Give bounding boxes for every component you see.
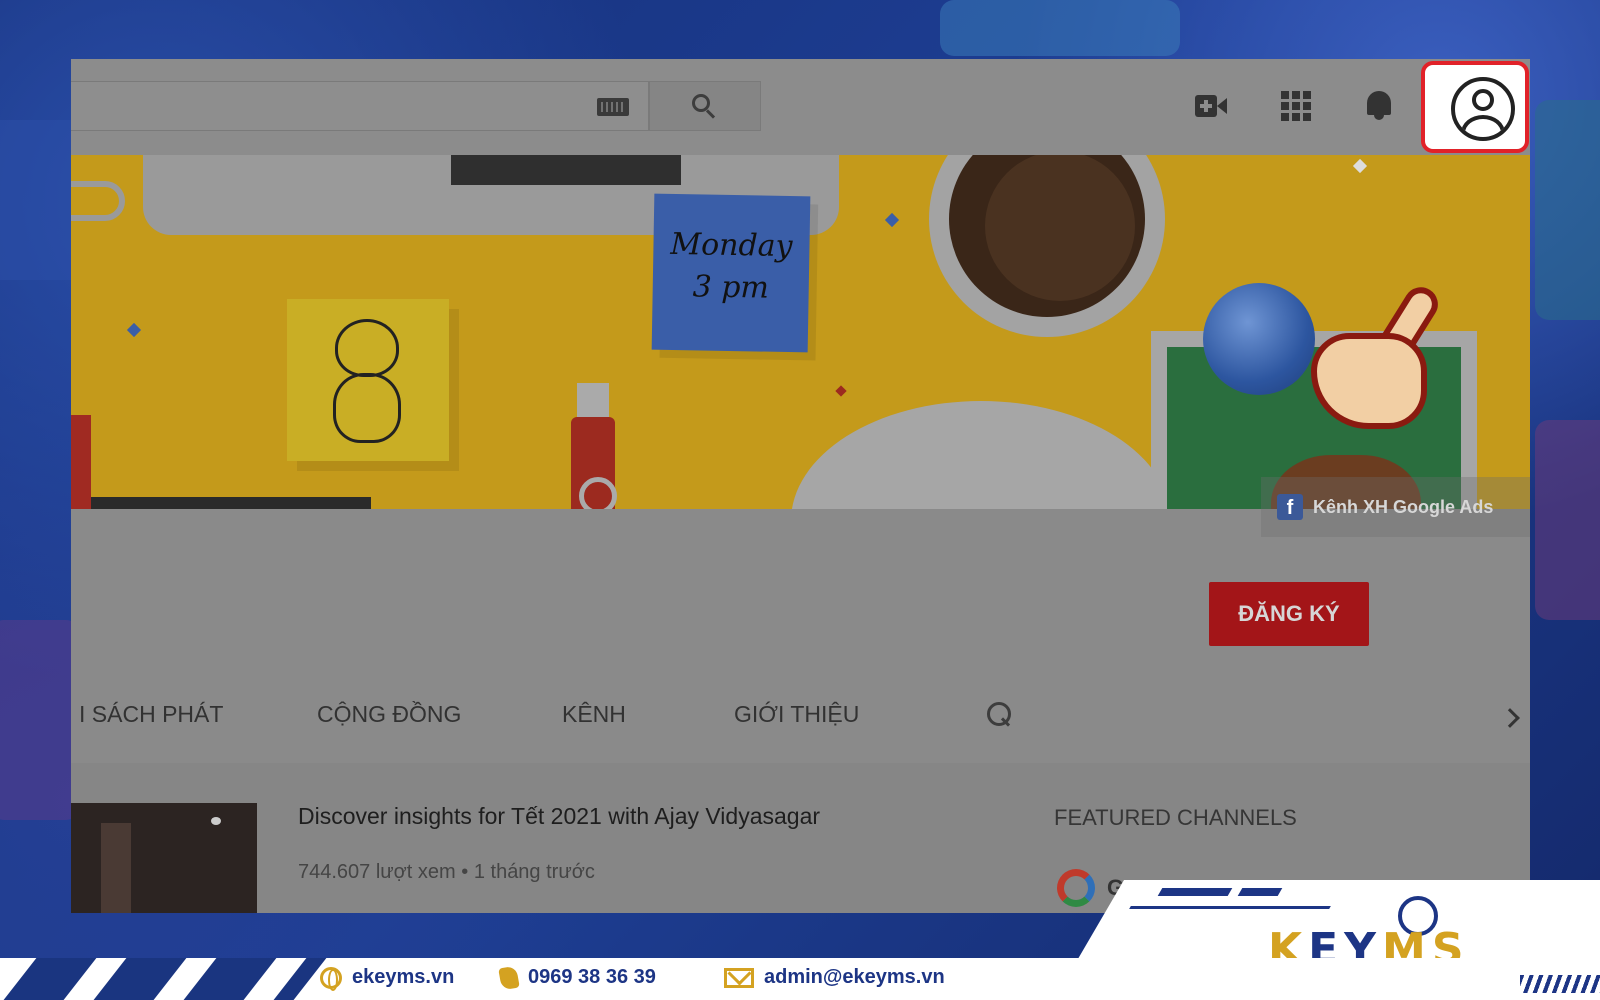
confetti-dot	[835, 385, 847, 397]
contact-phone[interactable]: 0969 38 36 39	[498, 965, 656, 990]
sticky-note-blue: Monday 3 pm	[651, 193, 811, 353]
plate-illustration	[791, 401, 1171, 509]
tab-community[interactable]: CỘNG ĐỒNG	[317, 701, 461, 728]
google-logo-icon[interactable]	[1057, 869, 1095, 907]
note-line-2: 3 pm	[692, 269, 770, 306]
featured-channels-heading: FEATURED CHANNELS	[1054, 805, 1297, 830]
coffee-cup-illustration	[929, 155, 1165, 337]
background-tile	[0, 620, 80, 820]
social-link-label: Kênh XH Google Ads	[1313, 496, 1494, 517]
globe-illustration	[1203, 283, 1315, 395]
confetti-dot	[884, 212, 900, 228]
note-line-1: Monday	[670, 226, 793, 265]
search-icon	[692, 94, 710, 112]
background-tile	[1535, 100, 1600, 320]
usb-drive-illustration	[571, 383, 617, 509]
tab-playlists[interactable]: I SÁCH PHÁT	[79, 701, 223, 728]
video-meta: 744.607 lượt xem • 1 tháng trước	[298, 861, 595, 884]
manatee-icon	[335, 319, 399, 377]
video-title[interactable]: Discover insights for Tết 2021 with Ajay…	[298, 803, 820, 830]
social-link-facebook[interactable]: f Kênh XH Google Ads	[1261, 477, 1530, 537]
subscribe-button[interactable]: ĐĂNG KÝ	[1209, 582, 1369, 646]
red-block-illustration	[71, 415, 91, 509]
create-video-icon[interactable]	[1195, 95, 1227, 117]
account-icon	[1451, 77, 1515, 141]
background-tile	[940, 0, 1180, 56]
website-text: ekeyms.vn	[352, 966, 455, 988]
confetti-dot	[126, 322, 142, 338]
phone-text: 0969 38 36 39	[528, 966, 656, 988]
phone-icon	[498, 965, 520, 990]
paperclip-illustration	[71, 181, 125, 221]
chevron-right-icon[interactable]	[1500, 708, 1520, 728]
keyboard-icon[interactable]	[597, 98, 629, 116]
notifications-icon[interactable]	[1365, 87, 1393, 121]
background-tile	[1535, 420, 1600, 620]
footer-stripes-right	[1520, 975, 1600, 993]
apps-icon[interactable]	[1281, 91, 1311, 121]
video-age: 1 tháng trước	[473, 861, 595, 883]
globe-icon	[320, 966, 342, 991]
video-views: 744.607 lượt xem	[298, 861, 456, 883]
channel-tabs: I SÁCH PHÁT CỘNG ĐỒNG KÊNH GIỚI THIỆU	[71, 677, 1530, 763]
channel-banner: Monday 3 pm	[71, 155, 1530, 509]
tab-channels[interactable]: KÊNH	[562, 701, 626, 728]
meta-separator: •	[461, 861, 474, 883]
confetti-dot	[1352, 158, 1368, 174]
contact-website[interactable]: ekeyms.vn	[320, 966, 455, 991]
tab-about[interactable]: GIỚI THIỆU	[734, 701, 859, 728]
facebook-icon: f	[1277, 494, 1303, 520]
search-button[interactable]	[649, 81, 761, 131]
pointing-hand-icon	[1311, 280, 1461, 433]
contact-email[interactable]: admin@ekeyms.vn	[724, 966, 945, 989]
mail-icon	[724, 967, 754, 988]
footer-stripes	[0, 958, 327, 1000]
top-bar	[71, 59, 1530, 155]
account-button-highlighted[interactable]	[1421, 61, 1529, 153]
search-input[interactable]	[71, 81, 649, 131]
email-text: admin@ekeyms.vn	[764, 966, 945, 988]
sticky-note-yellow	[287, 299, 449, 461]
video-thumbnail[interactable]	[71, 803, 257, 913]
search-icon	[987, 702, 1011, 726]
youtube-screenshot: Monday 3 pm f Kênh XH Google Ads ĐĂNG KÝ…	[71, 59, 1530, 913]
ruler-illustration	[71, 497, 371, 509]
